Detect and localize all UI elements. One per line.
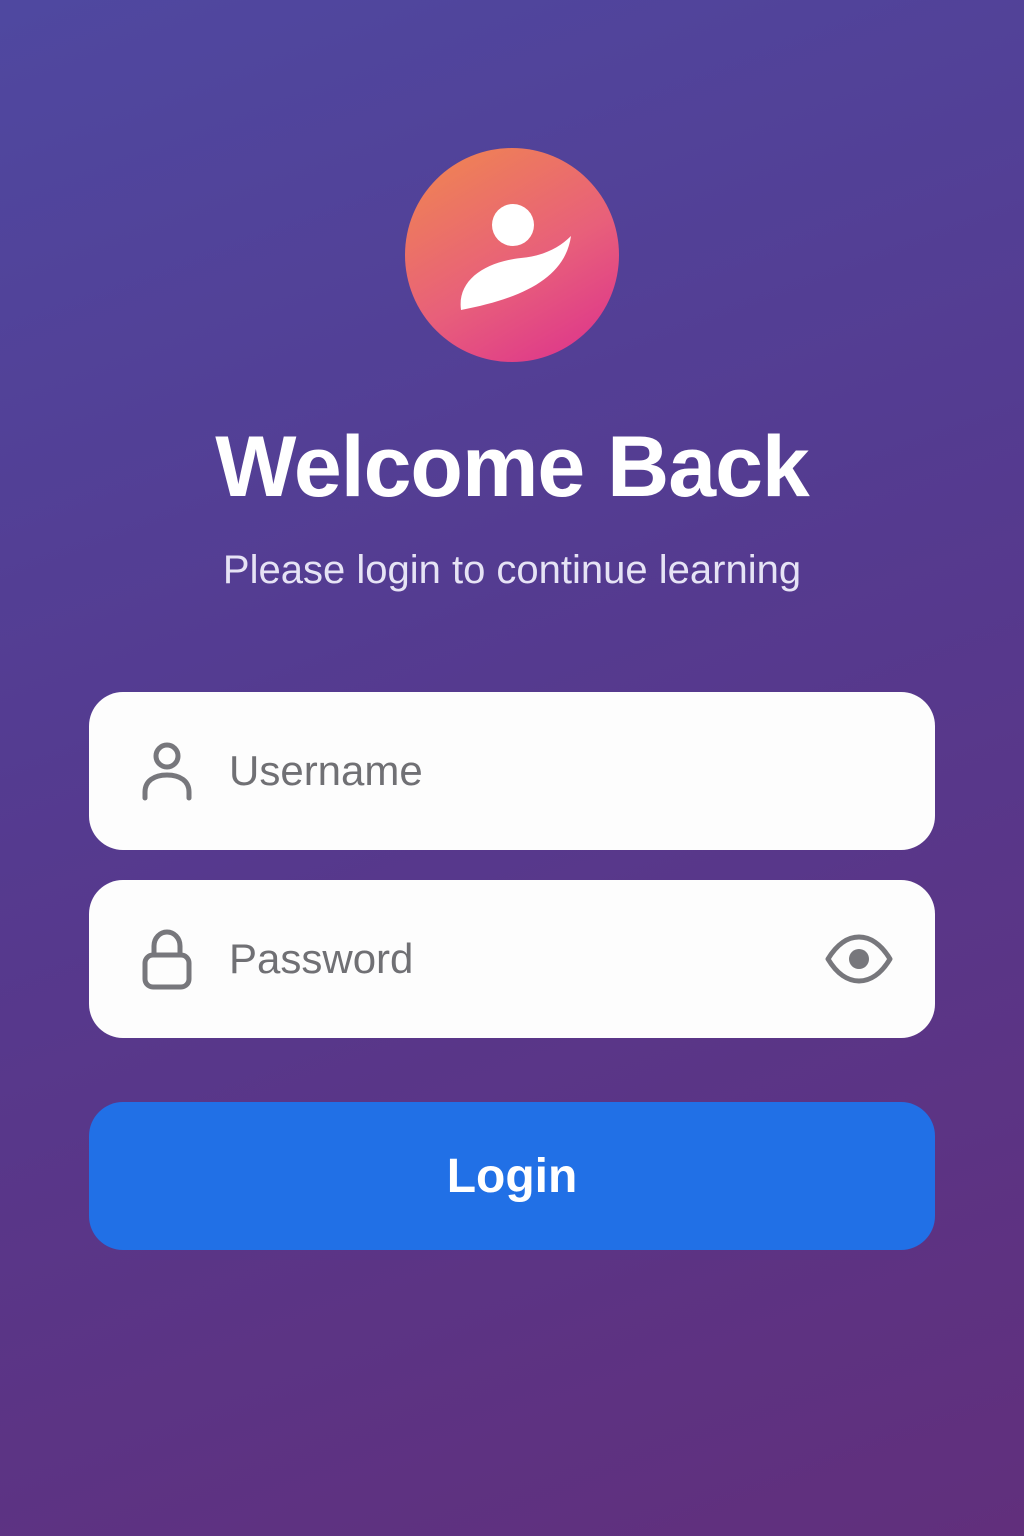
app-logo — [405, 148, 619, 362]
lock-icon — [142, 929, 192, 990]
page-title: Welcome Back — [215, 419, 810, 515]
user-icon — [142, 742, 192, 801]
password-input[interactable] — [229, 880, 809, 1038]
eye-icon[interactable] — [825, 933, 893, 985]
login-screen: Welcome Back Please login to continue le… — [0, 0, 1024, 1536]
page-subtitle: Please login to continue learning — [222, 548, 802, 592]
username-input[interactable] — [229, 692, 809, 850]
username-field[interactable] — [89, 692, 935, 850]
password-field[interactable] — [89, 880, 935, 1038]
person-learner-icon — [460, 204, 571, 310]
login-button[interactable]: Login — [89, 1102, 935, 1250]
